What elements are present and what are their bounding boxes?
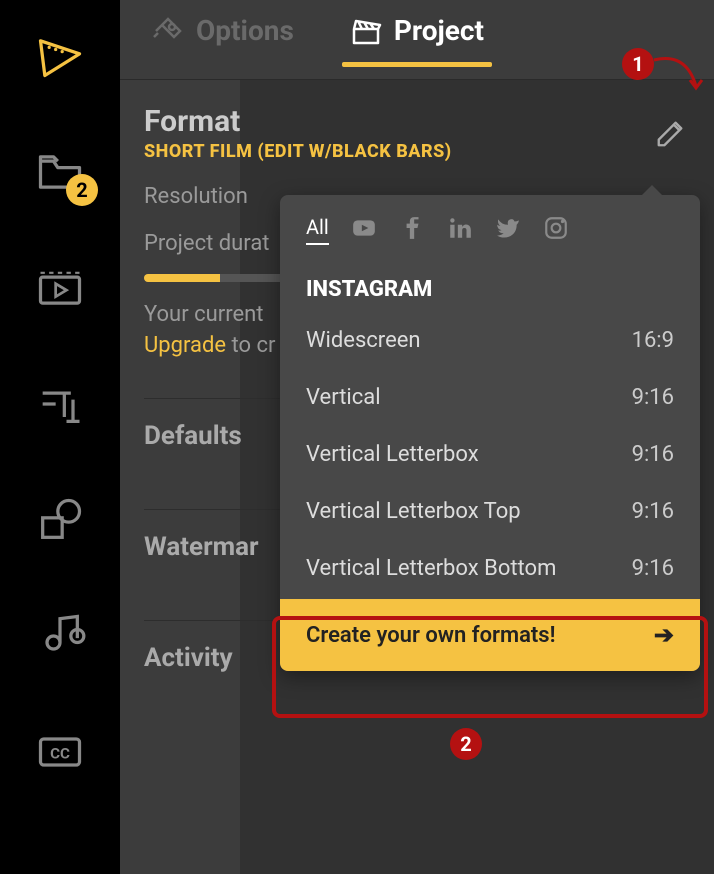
format-title: Format bbox=[144, 104, 452, 139]
callout-marker-2: 2 bbox=[450, 728, 482, 760]
svg-text:CC: CC bbox=[50, 745, 70, 763]
nav-text[interactable] bbox=[30, 374, 90, 434]
create-format-label: Create your own formats! bbox=[306, 623, 555, 648]
format-item[interactable]: Vertical Letterbox Top 9:16 bbox=[280, 483, 700, 540]
logo-icon bbox=[34, 30, 86, 82]
format-name: Widescreen bbox=[306, 328, 421, 353]
format-ratio: 16:9 bbox=[632, 328, 674, 353]
format-name: Vertical Letterbox Top bbox=[306, 499, 521, 524]
sidebar: 2 CC bbox=[0, 0, 120, 874]
duration-progress-fill bbox=[144, 274, 220, 282]
edit-format-button[interactable] bbox=[650, 114, 690, 154]
instagram-icon bbox=[543, 215, 569, 241]
nav-folder[interactable]: 2 bbox=[30, 142, 90, 202]
format-ratio: 9:16 bbox=[632, 499, 674, 524]
filter-facebook[interactable] bbox=[399, 215, 425, 245]
format-popover: All INSTAGRAM Widescreen 16:9 Vertical 9:1… bbox=[280, 195, 700, 671]
tab-project-label: Project bbox=[394, 14, 484, 47]
nav-music[interactable] bbox=[30, 606, 90, 666]
format-name: Vertical Letterbox bbox=[306, 442, 479, 467]
info-suffix: to cr bbox=[226, 333, 275, 358]
media-icon bbox=[34, 262, 86, 314]
format-item[interactable]: Widescreen 16:9 bbox=[280, 312, 700, 369]
tab-options[interactable]: Options bbox=[144, 14, 302, 65]
youtube-icon bbox=[351, 215, 377, 241]
filter-youtube[interactable] bbox=[351, 215, 377, 245]
nav-logo[interactable] bbox=[30, 26, 90, 86]
filter-tabs: All bbox=[280, 215, 700, 261]
nav-shapes[interactable] bbox=[30, 490, 90, 550]
filter-linkedin[interactable] bbox=[447, 215, 473, 245]
linkedin-icon bbox=[447, 215, 473, 241]
format-ratio: 9:16 bbox=[632, 385, 674, 410]
wrench-icon bbox=[152, 15, 184, 47]
upgrade-link[interactable]: Upgrade bbox=[144, 333, 226, 358]
nav-media[interactable] bbox=[30, 258, 90, 318]
pencil-icon bbox=[655, 119, 685, 149]
captions-icon: CC bbox=[34, 726, 86, 778]
filter-twitter[interactable] bbox=[495, 215, 521, 245]
music-icon bbox=[34, 610, 86, 662]
format-item[interactable]: Vertical 9:16 bbox=[280, 369, 700, 426]
twitter-icon bbox=[495, 215, 521, 241]
format-name: Vertical bbox=[306, 385, 381, 410]
format-item[interactable]: Vertical Letterbox Bottom 9:16 bbox=[280, 540, 700, 597]
callout-arrow-icon bbox=[646, 50, 706, 110]
filter-all[interactable]: All bbox=[306, 215, 329, 245]
filter-instagram[interactable] bbox=[543, 215, 569, 245]
format-ratio: 9:16 bbox=[632, 442, 674, 467]
format-item[interactable]: Vertical Letterbox 9:16 bbox=[280, 426, 700, 483]
info-prefix: Your current bbox=[144, 302, 263, 327]
create-format-button[interactable]: Create your own formats! ➔ bbox=[280, 599, 700, 671]
shapes-icon bbox=[34, 494, 86, 546]
arrow-right-icon: ➔ bbox=[654, 621, 674, 649]
clapperboard-icon bbox=[350, 15, 382, 47]
format-name: Vertical Letterbox Bottom bbox=[306, 556, 556, 581]
nav-captions[interactable]: CC bbox=[30, 722, 90, 782]
facebook-icon bbox=[399, 215, 425, 241]
format-ratio: 9:16 bbox=[632, 556, 674, 581]
popover-section-title: INSTAGRAM bbox=[280, 261, 700, 312]
tab-project[interactable]: Project bbox=[342, 14, 492, 65]
format-subtitle: SHORT FILM (EDIT W/BLACK BARS) bbox=[144, 141, 452, 162]
text-settings-icon bbox=[34, 378, 86, 430]
folder-badge: 2 bbox=[66, 174, 98, 206]
tab-options-label: Options bbox=[196, 14, 294, 47]
